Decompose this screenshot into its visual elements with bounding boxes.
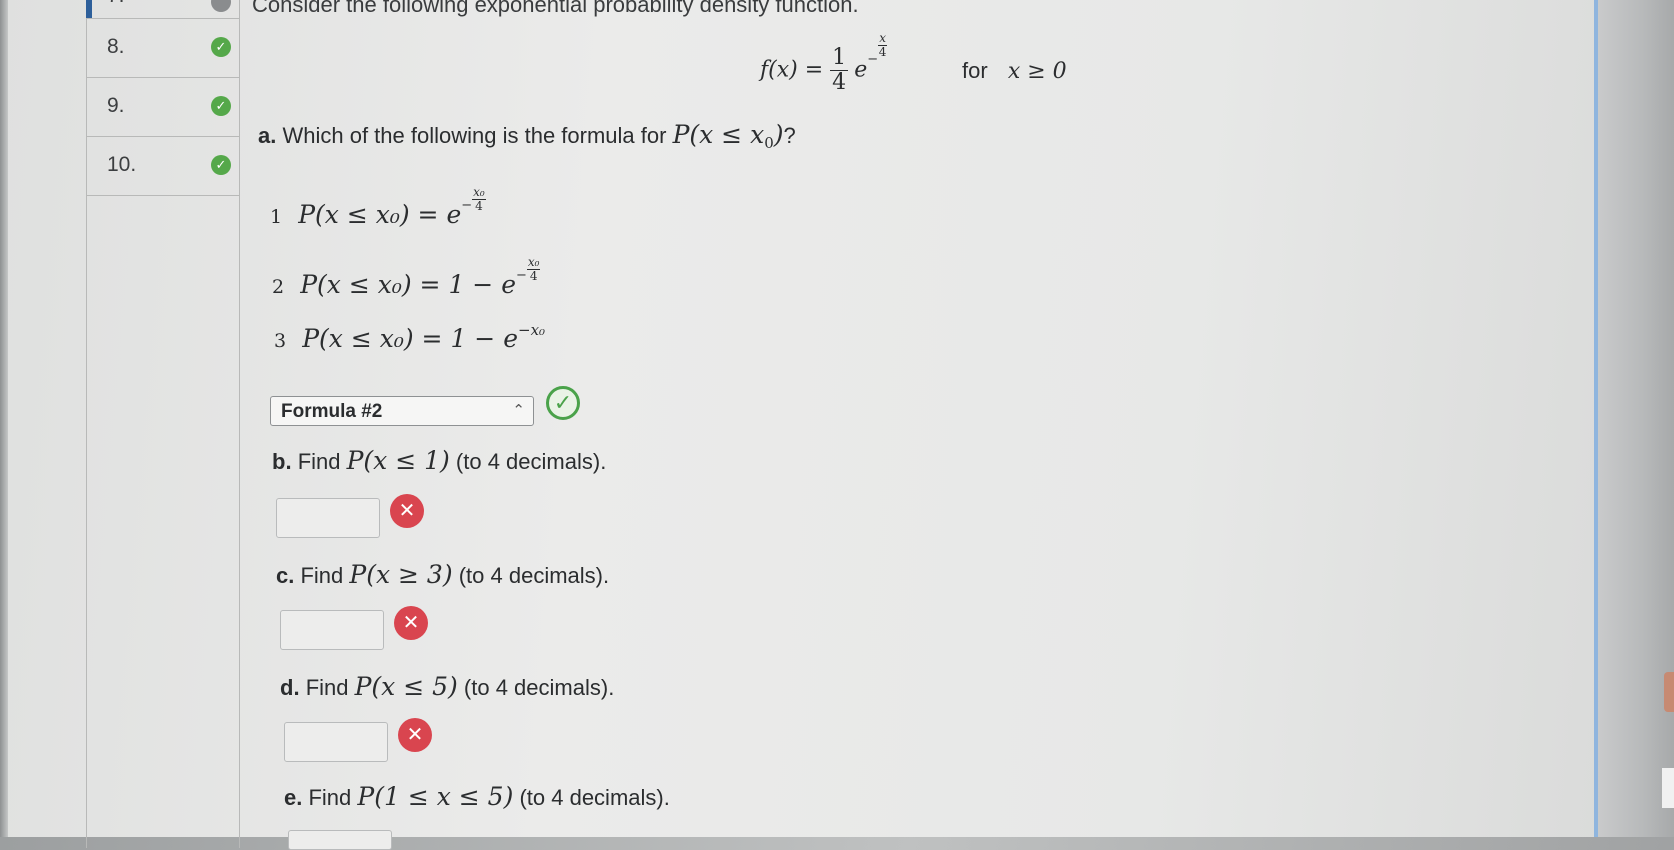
part-pre: Find (297, 449, 341, 474)
exp-num: x₀ (526, 255, 541, 270)
pdf-exponent: x 4 (878, 32, 887, 58)
select-value: Formula #2 (281, 401, 383, 422)
domain-math: x ≥ 0 (1007, 59, 1067, 84)
nav-item-number: 8. (107, 35, 125, 58)
part-letter: c. (276, 563, 295, 588)
option-1: 1 P(x ≤ x₀) = e− x₀ 4 (270, 186, 486, 229)
pdf-lhs: f(x) = (760, 57, 831, 83)
option-number: 2 (272, 276, 285, 298)
part-math: P(x ≤ x (672, 120, 765, 149)
part-letter: d. (280, 675, 300, 700)
part-b-prompt: b. Find P(x ≤ 1) (to 4 decimals). (272, 446, 606, 475)
option-formula: P(x ≤ x₀) = e (298, 200, 462, 229)
part-math: P(x ≤ 5) (354, 672, 458, 701)
part-pre: Find (308, 785, 352, 810)
exp-num: x₀ (472, 185, 486, 200)
part-post: (to 4 decimals). (519, 785, 670, 810)
option-3: 3 P(x ≤ x₀) = 1 − e−x₀ (274, 321, 546, 353)
exp-num: x (878, 31, 887, 46)
part-letter: b. (272, 449, 292, 474)
option-exponent: x₀ 4 (526, 255, 541, 283)
part-math-close: ) (773, 120, 784, 149)
part-math: P(1 ≤ x ≤ 5) (357, 782, 514, 811)
incorrect-x-icon: ✕ (398, 718, 432, 752)
nav-item-9[interactable]: 9. ✓ (87, 78, 239, 137)
partial-icon (211, 0, 231, 12)
part-c-prompt: c. Find P(x ≥ 3) (to 4 decimals). (276, 560, 609, 589)
question-nav: 7. 8. ✓ 9. ✓ 10. ✓ (86, 0, 240, 848)
exp-sign: − (461, 198, 473, 213)
part-letter: e. (284, 785, 303, 810)
part-math-sub: 0 (764, 134, 774, 152)
answer-c-input[interactable] (280, 610, 384, 650)
answer-b-input[interactable] (276, 498, 380, 538)
answer-e-input[interactable] (288, 830, 392, 850)
option-exponent: x₀ 4 (472, 186, 486, 212)
part-d-prompt: d. Find P(x ≤ 5) (to 4 decimals). (280, 672, 614, 701)
pdf-domain: for x ≥ 0 (962, 58, 1067, 84)
bezel-edge (1662, 768, 1674, 808)
answer-d-input[interactable] (284, 722, 388, 762)
pdf-formula: f(x) = 1 4 e− x 4 (760, 32, 887, 96)
active-question-indicator (86, 0, 92, 18)
part-math: P(x ≤ 1) (346, 446, 450, 475)
nav-item-7[interactable]: 7. (87, 0, 239, 19)
part-post: (to 4 decimals). (463, 675, 615, 700)
option-number: 3 (274, 330, 287, 352)
question-intro: Consider the following exponential proba… (252, 0, 859, 17)
exp-sign: − (516, 268, 527, 283)
part-a-prompt: a. Which of the following is the formula… (258, 120, 796, 152)
nav-item-number: 9. (107, 94, 125, 117)
bezel-tab (1664, 672, 1674, 712)
coef-num: 1 (830, 45, 849, 72)
nav-item-number: 7. (107, 0, 125, 8)
screen-bezel (1598, 0, 1674, 837)
incorrect-x-icon: ✕ (390, 494, 424, 528)
check-icon: ✓ (211, 96, 231, 116)
option-2: 2 P(x ≤ x₀) = 1 − e− x₀ 4 (272, 256, 541, 299)
correct-check-icon: ✓ (546, 386, 580, 420)
option-formula: P(x ≤ x₀) = 1 − e (300, 270, 516, 299)
nav-item-10[interactable]: 10. ✓ (87, 137, 239, 196)
domain-word: for (962, 58, 988, 83)
part-math: P(x ≥ 3) (349, 560, 453, 589)
check-icon: ✓ (211, 155, 231, 175)
option-formula: P(x ≤ x₀) = 1 − e (302, 324, 518, 353)
incorrect-x-icon: ✕ (394, 606, 428, 640)
option-number: 1 (270, 206, 283, 228)
screen (0, 0, 1674, 837)
part-e-prompt: e. Find P(1 ≤ x ≤ 5) (to 4 decimals). (284, 782, 670, 811)
exp-den: 4 (475, 198, 483, 213)
exp-den: 4 (529, 268, 538, 283)
part-letter: a. (258, 123, 277, 148)
nav-item-number: 10. (107, 153, 137, 176)
part-pre: Find (300, 563, 344, 588)
part-text: Which of the following is the formula fo… (282, 123, 667, 148)
pdf-coefficient: 1 4 (830, 45, 849, 96)
pdf-base: e (854, 57, 868, 83)
formula-select[interactable]: Formula #2 ⌃ (270, 396, 534, 426)
option-exponent: −x₀ (518, 321, 546, 339)
coef-den: 4 (832, 70, 847, 96)
part-tail: ? (783, 123, 796, 148)
exp-den: 4 (878, 44, 887, 59)
part-post: (to 4 decimals). (455, 449, 607, 474)
check-icon: ✓ (211, 37, 231, 57)
part-post: (to 4 decimals). (458, 563, 610, 588)
part-pre: Find (305, 675, 349, 700)
screen-edge (0, 0, 8, 837)
nav-item-8[interactable]: 8. ✓ (87, 19, 239, 78)
exp-sign: − (867, 51, 879, 67)
updown-chevron-icon: ⌃ (512, 402, 525, 419)
